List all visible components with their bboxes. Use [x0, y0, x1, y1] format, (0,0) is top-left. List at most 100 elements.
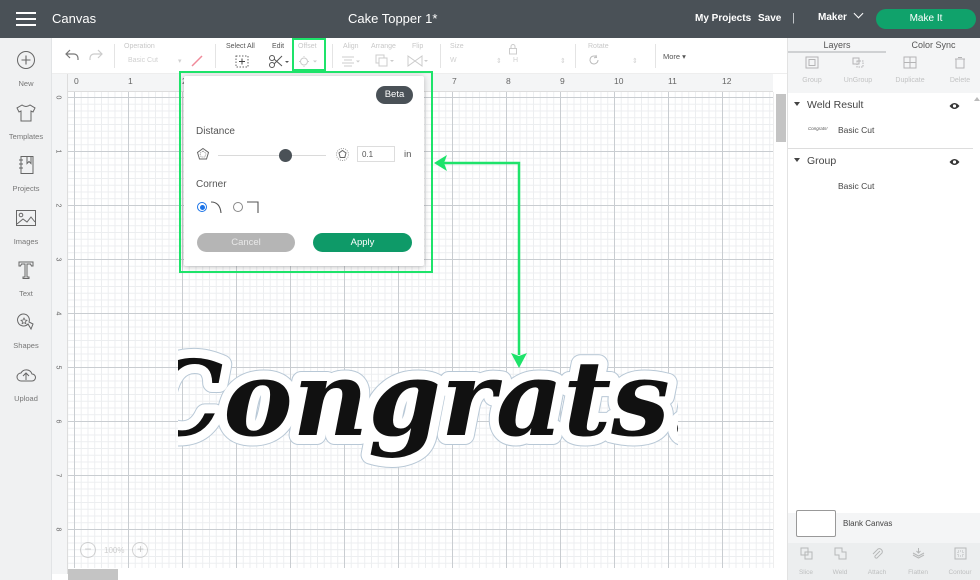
undo-icon[interactable] [64, 48, 80, 62]
sidebar-item-images[interactable]: Images [0, 208, 52, 249]
project-title[interactable]: Cake Topper 1* [348, 11, 437, 26]
attach-button[interactable]: Attach [859, 547, 895, 576]
align-icon[interactable] [341, 55, 363, 68]
ruler-tick-label: 8 [506, 76, 511, 86]
layer-name: Weld Result [807, 99, 864, 111]
ungroup-icon [852, 57, 864, 68]
sidebar-label: Images [13, 237, 39, 246]
width-input[interactable] [459, 55, 493, 67]
weld-button[interactable]: Weld [822, 547, 858, 576]
tool-label: Delete [949, 77, 971, 84]
delete-button[interactable]: Delete [936, 56, 980, 84]
image-icon [16, 210, 36, 226]
ruler-tick-label: 2 [54, 203, 62, 208]
design-space-app: Canvas Cake Topper 1* My Projects Save |… [0, 0, 980, 580]
sidebar-label: Text [19, 289, 33, 298]
vertical-ruler: 0 1 2 3 4 5 6 7 8 [52, 74, 68, 574]
horizontal-scrollbar[interactable] [68, 568, 773, 580]
layers-scroll-up[interactable] [974, 97, 980, 101]
rotate-stepper[interactable]: ⇕ [632, 57, 638, 65]
redo-icon[interactable] [88, 48, 104, 62]
trash-icon [955, 57, 965, 69]
machine-label: Maker [818, 12, 847, 23]
operation-label: Operation [124, 43, 155, 50]
cloud-upload-icon [16, 369, 36, 382]
menu-icon[interactable] [16, 12, 36, 26]
machine-select[interactable]: Maker [818, 8, 864, 23]
sidebar-label: Projects [12, 184, 40, 193]
layer-operation[interactable]: Basic Cut [838, 125, 874, 135]
layer-tools: Group UnGroup Duplicate Delete [788, 54, 980, 92]
text-icon [18, 261, 34, 279]
ruler-tick-label: 0 [54, 95, 62, 100]
vertical-scrollbar[interactable] [773, 92, 787, 568]
collapse-icon[interactable] [794, 158, 800, 162]
tool-label: Weld [832, 569, 848, 576]
make-it-button[interactable]: Make It [876, 9, 976, 29]
sidebar-item-shapes[interactable]: Shapes [0, 312, 52, 353]
arrange-icon[interactable] [375, 54, 397, 68]
group-button[interactable]: Group [788, 56, 836, 84]
my-projects-link[interactable]: My Projects [695, 13, 751, 24]
tool-label: Slice [798, 569, 814, 576]
sidebar-item-text[interactable]: Text [0, 260, 52, 301]
zoom-out-button[interactable]: − [80, 542, 96, 558]
sidebar-item-new[interactable]: New [0, 50, 52, 91]
ruler-tick-label: 8 [54, 527, 62, 532]
vertical-scroll-thumb[interactable] [776, 94, 786, 142]
sidebar-item-templates[interactable]: Templates [0, 103, 52, 144]
tool-label: Flatten [908, 569, 928, 576]
sidebar-item-upload[interactable]: Upload [0, 365, 52, 406]
sidebar-label: Templates [8, 132, 44, 141]
tab-color-sync[interactable]: Color Sync [886, 38, 980, 53]
blank-canvas-label: Blank Canvas [843, 519, 893, 528]
width-stepper[interactable]: ⇕ [496, 57, 502, 65]
layer-name: Group [807, 155, 837, 167]
shirt-icon [16, 104, 36, 122]
eye-icon[interactable] [949, 102, 960, 110]
eye-icon[interactable] [949, 158, 960, 166]
zoom-in-button[interactable]: + [132, 542, 149, 558]
header-separator: | [792, 12, 795, 24]
contour-button[interactable]: Contour [942, 547, 978, 576]
tool-label: Group [802, 77, 822, 84]
ungroup-button[interactable]: UnGroup [834, 56, 882, 84]
lock-icon[interactable] [508, 43, 518, 55]
layer-weld-result[interactable]: Weld Result [794, 99, 863, 111]
layer-group[interactable]: Group [794, 155, 836, 167]
bottom-layer-tools: Slice Weld Attach Flatten Contour [788, 543, 980, 580]
flip-icon[interactable] [407, 54, 431, 68]
ruler-tick-label: 6 [54, 419, 62, 424]
pen-color-icon[interactable] [190, 54, 204, 68]
more-button[interactable]: More ▾ [663, 52, 686, 61]
collapse-icon[interactable] [794, 102, 800, 106]
rotate-input[interactable] [604, 55, 644, 67]
layer-divider [788, 148, 973, 149]
height-input[interactable] [522, 55, 556, 67]
edit-toolbar: Operation Basic Cut ▾ Select All Edit Of… [52, 38, 787, 74]
tool-label: Attach [867, 569, 887, 576]
edit-scissors-icon[interactable] [268, 54, 290, 68]
layers-panel: Layers Color Sync Group UnGroup Duplicat… [787, 38, 980, 580]
select-all-icon[interactable] [235, 55, 249, 68]
save-link[interactable]: Save [758, 13, 781, 24]
operation-select[interactable]: Basic Cut [128, 57, 158, 64]
layer-operation[interactable]: Basic Cut [838, 181, 874, 191]
group-icon [805, 56, 819, 69]
offset-highlight-box [292, 38, 326, 71]
blank-canvas-swatch[interactable] [796, 510, 836, 537]
offset-panel-highlight-box [179, 71, 433, 273]
flatten-icon [912, 548, 924, 559]
ruler-tick-label: 4 [54, 311, 62, 316]
flatten-button[interactable]: Flatten [900, 547, 936, 576]
horizontal-scroll-thumb[interactable] [68, 569, 118, 580]
arrange-label: Arrange [371, 43, 396, 50]
sidebar-item-projects[interactable]: Projects [0, 155, 52, 196]
rotate-label: Rotate [588, 43, 609, 50]
tab-layers[interactable]: Layers [788, 38, 886, 53]
contour-icon [954, 547, 966, 560]
slice-icon [800, 547, 812, 560]
duplicate-button[interactable]: Duplicate [886, 56, 934, 84]
slice-button[interactable]: Slice [788, 547, 824, 576]
height-stepper[interactable]: ⇕ [560, 57, 566, 65]
